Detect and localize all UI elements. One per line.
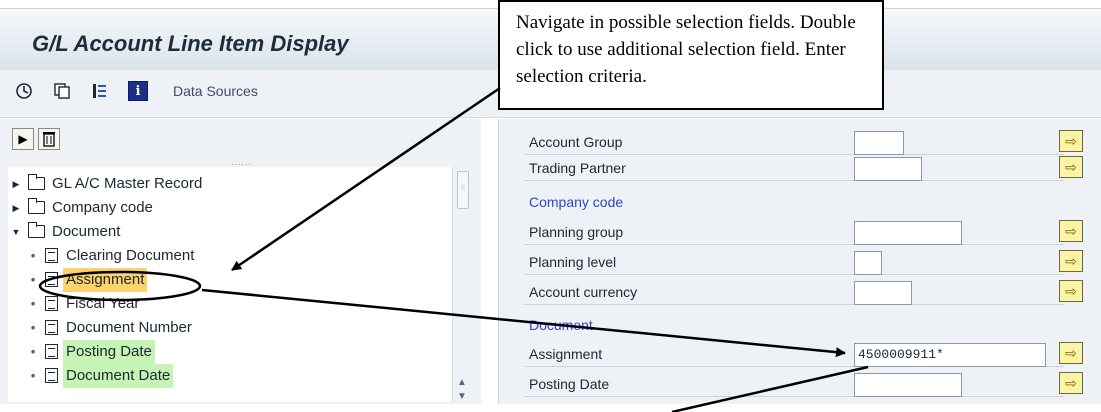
assignment-arrow — [201, 288, 846, 358]
pointer-line — [671, 365, 869, 412]
annotation-overlay — [38, 86, 869, 412]
assignment-highlight-ellipse — [38, 270, 202, 302]
callout-arrow — [231, 86, 501, 272]
screen: G/L Account Line Item Display i Data Sou… — [0, 0, 1101, 412]
